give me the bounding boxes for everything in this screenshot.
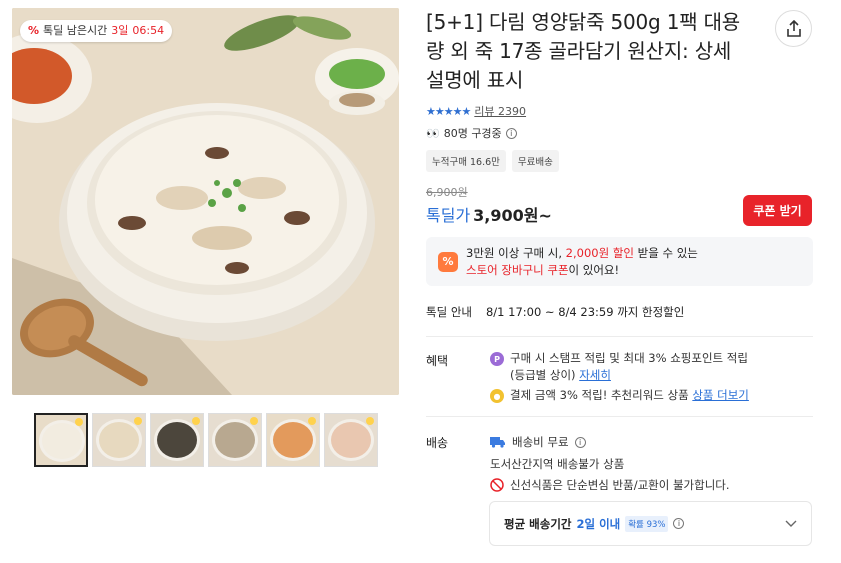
shipping-region-text: 도서산간지역 배송불가 상품 (490, 457, 625, 471)
thumbnail-5[interactable] (266, 413, 320, 467)
price-value: 3,900원~ (473, 206, 552, 225)
promo-coupon-name: 스토어 장바구니 쿠폰 (466, 262, 569, 277)
shipping-notice: 신선식품은 단순변심 반품/교환이 불가합니다. (490, 477, 730, 493)
eyes-icon: 👀 (426, 126, 440, 140)
chevron-down-icon (785, 520, 797, 527)
coupon-percent-icon: % (438, 251, 458, 272)
sale-info-value: 8/1 17:00 ~ 8/4 23:59 까지 한정할인 (485, 305, 685, 319)
info-icon[interactable]: i (505, 127, 517, 139)
coupon-button[interactable]: 쿠폰 받기 (743, 195, 812, 226)
reward-more-link[interactable]: 상품 더보기 (692, 388, 749, 402)
deal-price: 톡딜가 3,900원~ (426, 202, 552, 226)
shipping-fee-text: 배송비 무료 (512, 435, 569, 449)
viewing-text: 80명 구경중 (443, 127, 502, 140)
truck-icon (490, 437, 505, 448)
percent-icon: % (28, 24, 40, 37)
chip-cumulative-sales: 누적구매 16.6만 (426, 150, 506, 172)
chip-free-shipping: 무료배송 (511, 150, 559, 172)
timer-days: 3일 (111, 24, 129, 37)
benefit-reward-text: 결제 금액 3% 적립! 추천리워드 상품 (510, 388, 693, 402)
promo-discount: 2,000원 할인 (565, 245, 634, 260)
sale-info-row: 톡딜 안내 8/1 17:00 ~ 8/4 23:59 까지 한정할인 (426, 304, 684, 320)
prohibited-icon (490, 478, 504, 492)
point-icon: P (490, 352, 504, 366)
benefit-stamp-note: (등급별 상이) (510, 368, 580, 382)
divider (426, 336, 813, 337)
benefits-label: 혜택 (426, 354, 449, 368)
share-icon (786, 19, 801, 37)
promo-text-2: 받을 수 있는 (633, 245, 698, 260)
divider (426, 416, 813, 417)
thumbnail-2[interactable] (92, 413, 146, 467)
thumbnail-strip (34, 413, 378, 467)
promo-text: 3만원 이상 구매 시, (466, 245, 566, 260)
benefit-stamp-text: 구매 시 스탬프 적립 및 최대 3% 쇼핑포인트 적립 (510, 351, 748, 365)
info-icon[interactable]: i (574, 436, 586, 448)
thumbnail-6[interactable] (324, 413, 378, 467)
benefit-reward: ● 결제 금액 3% 적립! 추천리워드 상품 상품 더보기 (490, 387, 749, 404)
benefit-stamp: P 구매 시 스탬프 적립 및 최대 3% 쇼핑포인트 적립 (등급별 상이) … (490, 350, 748, 384)
store-coupon-banner[interactable]: % 3만원 이상 구매 시, 2,000원 할인 받을 수 있는 스토어 장바구… (426, 237, 813, 286)
promo-text-3: 이 있어요! (568, 262, 620, 277)
share-button[interactable] (775, 10, 812, 47)
sale-info-label: 톡딜 안내 (426, 305, 472, 319)
product-main-image (12, 8, 399, 395)
thumbnail-1[interactable] (34, 413, 88, 467)
thumbnail-4[interactable] (208, 413, 262, 467)
shipping-region: 도서산간지역 배송불가 상품 (490, 456, 624, 472)
review-count-link[interactable]: 리뷰 2390 (474, 103, 526, 119)
viewing-count: 👀 80명 구경중 i (426, 125, 517, 141)
product-title: [5+1] 다림 영양닭죽 500g 1팩 대용량 외 죽 17종 골라담기 원… (426, 10, 740, 92)
porridge-illustration (12, 8, 399, 395)
coin-icon: ● (490, 389, 504, 403)
benefit-detail-link[interactable]: 자세히 (579, 368, 611, 382)
info-icon[interactable]: i (673, 518, 685, 529)
original-price: 6,900원 (426, 186, 468, 199)
price-label: 톡딜가 (426, 206, 471, 225)
shipping-notice-text: 신선식품은 단순변심 반품/교환이 불가합니다. (510, 478, 730, 492)
delivery-period-label: 평균 배송기간 (504, 516, 572, 531)
shipping-label: 배송 (426, 436, 449, 450)
delivery-period-value: 2일 이내 (576, 516, 621, 531)
delivery-probability-tag: 확률 93% (625, 515, 669, 532)
deal-timer-badge: % 톡딜 남은시간 3일 06:54 (20, 20, 173, 42)
shipping-fee: 배송비 무료 i (490, 434, 586, 450)
delivery-period-dropdown[interactable]: 평균 배송기간 2일 이내 확률 93% i (489, 501, 812, 546)
thumbnail-3[interactable] (150, 413, 204, 467)
timer-label: 톡딜 남은시간 (43, 24, 108, 37)
timer-time: 06:54 (132, 24, 165, 37)
rating-row: ★★★★★ 리뷰 2390 (426, 103, 526, 119)
product-chips: 누적구매 16.6만 무료배송 (426, 150, 559, 172)
star-rating-icon: ★★★★★ (426, 104, 471, 118)
